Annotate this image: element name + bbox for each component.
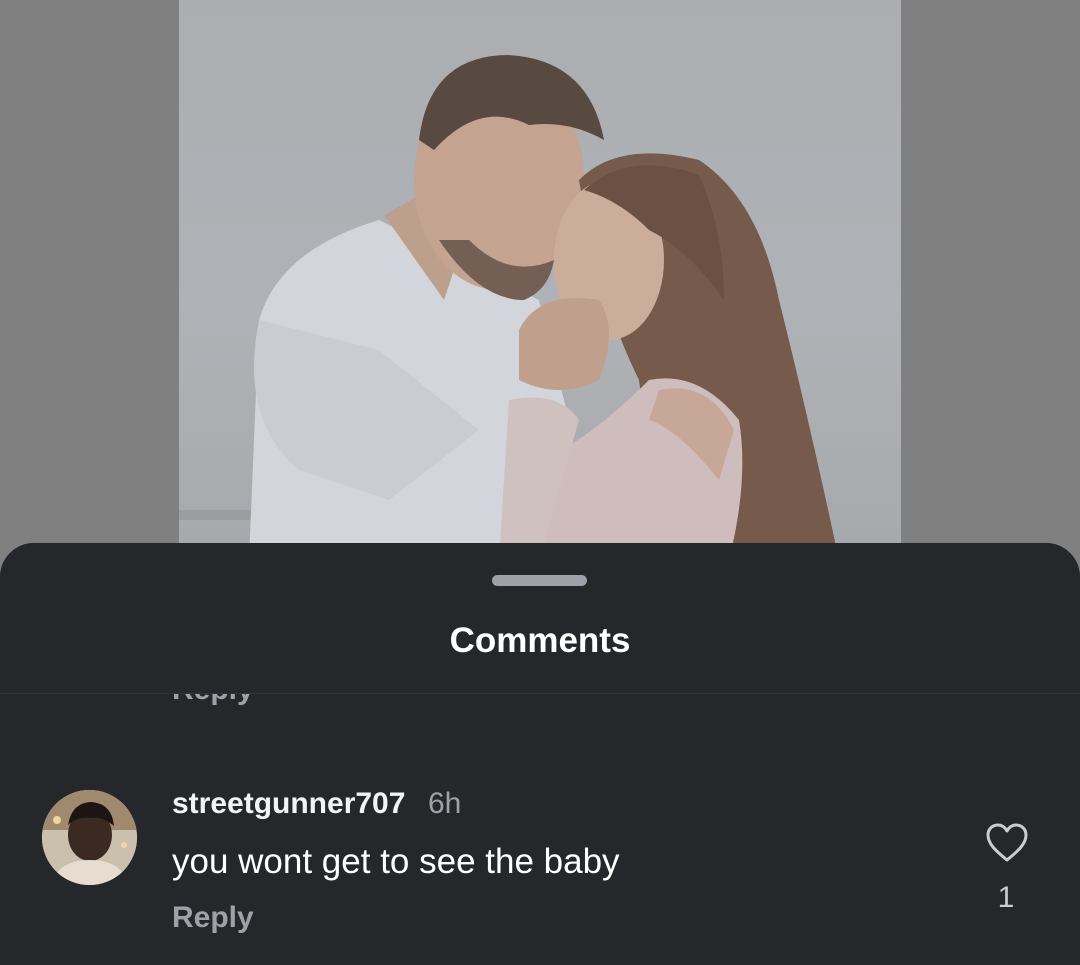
avatar-image [42, 790, 137, 885]
like-count: 1 [997, 881, 1015, 914]
heart-outline-icon [986, 823, 1028, 862]
sheet-title: Comments [449, 621, 631, 660]
comments-sheet-header: Comments [0, 543, 1080, 694]
like-button[interactable] [984, 822, 1030, 864]
post-image-art [179, 0, 901, 560]
comment-text: you wont get to see the baby [172, 842, 620, 881]
drag-handle[interactable] [492, 575, 587, 586]
previous-reply-button[interactable]: Reply [172, 694, 254, 707]
avatar[interactable] [42, 790, 137, 885]
comment-time: 6h [428, 787, 462, 820]
comment-username[interactable]: streetgunner707 [172, 787, 405, 821]
post-image [179, 0, 901, 560]
comments-list[interactable]: Reply streetgunner707 6h you wont get to… [0, 694, 1080, 965]
comments-sheet: Comments Reply streetgunner707 6h you wo… [0, 543, 1080, 965]
reply-button[interactable]: Reply [172, 901, 254, 935]
